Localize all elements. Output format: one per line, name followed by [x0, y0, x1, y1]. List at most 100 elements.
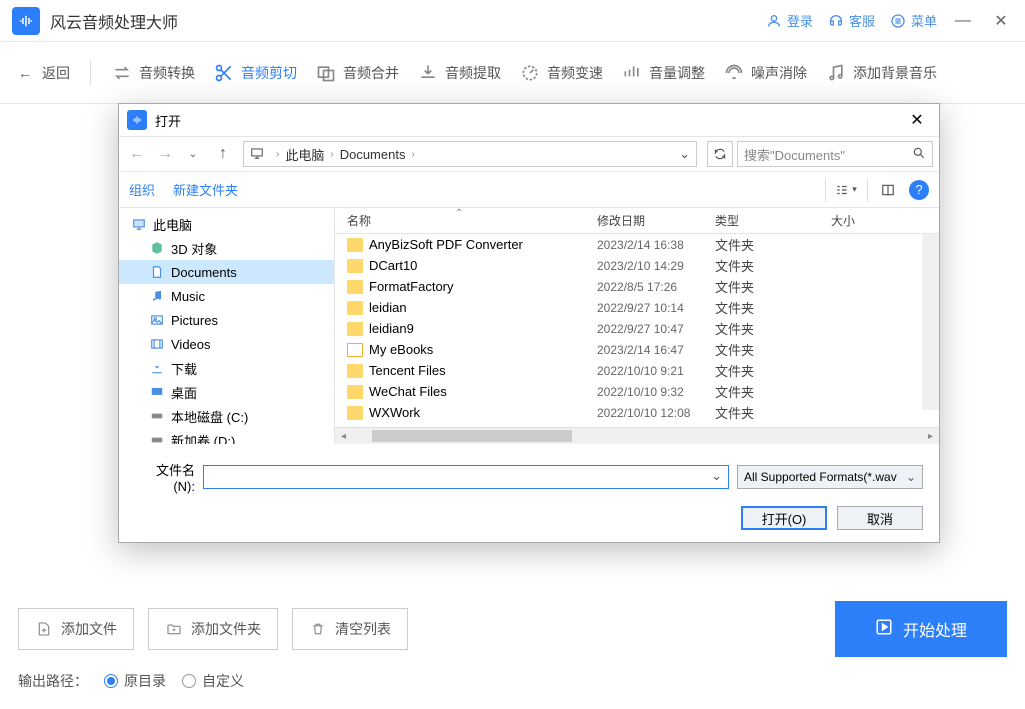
tool-denoise[interactable]: 噪声消除 [723, 62, 807, 84]
file-row[interactable]: DCart102023/2/10 14:29文件夹 [335, 255, 939, 276]
col-date[interactable]: 修改日期 [597, 212, 715, 229]
chevron-down-icon[interactable]: ⌄ [679, 146, 690, 162]
folder-tree: 此电脑3D 对象DocumentsMusicPicturesVideos下载桌面… [119, 208, 335, 444]
file-row[interactable]: FormatFactory2022/8/5 17:26文件夹 [335, 276, 939, 297]
scroll-right-icon[interactable]: ▸ [922, 431, 939, 442]
preview-button[interactable] [867, 178, 899, 202]
nav-up-button[interactable]: ↑ [213, 144, 233, 164]
vid-icon [149, 336, 165, 352]
login-button[interactable]: 登录 [765, 11, 813, 30]
folder-icon [347, 238, 363, 252]
help-button[interactable]: ? [909, 180, 929, 200]
tree-item[interactable]: 下载 [119, 356, 334, 380]
file-area: ⌃ 名称 修改日期 类型 大小 AnyBizSoft PDF Converter… [335, 208, 939, 444]
tree-item[interactable]: Music [119, 284, 334, 308]
breadcrumb[interactable]: › 此电脑 › Documents › ⌄ [243, 141, 697, 167]
horizontal-scrollbar[interactable]: ◂ ▸ [335, 427, 939, 444]
add-file-button[interactable]: 添加文件 [18, 608, 134, 650]
nav-back-button[interactable]: ← [125, 142, 149, 166]
tree-item[interactable]: Videos [119, 332, 334, 356]
nav-forward-button[interactable]: → [153, 142, 177, 166]
col-size[interactable]: 大小 [831, 212, 939, 229]
tool-bgm[interactable]: 添加背景音乐 [825, 62, 937, 84]
tool-volume[interactable]: 音量调整 [621, 62, 705, 84]
view-mode-button[interactable]: ▾ [825, 178, 857, 202]
pc-icon [250, 146, 266, 162]
tool-extract[interactable]: 音频提取 [417, 62, 501, 84]
format-select[interactable]: All Supported Formats(*.wav [737, 465, 923, 489]
tree-item[interactable]: Documents [119, 260, 334, 284]
tool-trim[interactable]: 音频剪切 [213, 62, 297, 84]
radio-custom[interactable]: 自定义 [182, 671, 244, 691]
col-type[interactable]: 类型 [715, 212, 831, 229]
file-row[interactable]: WeChat Files2022/10/10 9:32文件夹 [335, 381, 939, 402]
file-list: AnyBizSoft PDF Converter2023/2/14 16:38文… [335, 234, 939, 427]
add-folder-button[interactable]: 添加文件夹 [148, 608, 278, 650]
tree-item[interactable]: 3D 对象 [119, 236, 334, 260]
tree-item[interactable]: 新加卷 (D:) [119, 428, 334, 444]
column-headers[interactable]: ⌃ 名称 修改日期 类型 大小 [335, 208, 939, 234]
filename-label: 文件名(N): [135, 460, 195, 494]
menu-button[interactable]: 菜单 [889, 11, 937, 30]
search-placeholder: 搜索"Documents" [744, 145, 845, 164]
play-icon [875, 618, 893, 641]
tool-speed[interactable]: 音频变速 [519, 62, 603, 84]
file-row[interactable]: My eBooks2023/2/14 16:47文件夹 [335, 339, 939, 360]
trash-icon [309, 620, 327, 638]
radio-original[interactable]: 原目录 [104, 671, 166, 691]
cancel-button[interactable]: 取消 [837, 506, 923, 530]
vertical-scrollbar[interactable] [922, 234, 939, 410]
scroll-thumb[interactable] [372, 430, 572, 442]
separator [90, 60, 91, 86]
filename-input[interactable] [203, 465, 729, 489]
new-folder-button[interactable]: 新建文件夹 [173, 180, 238, 199]
folder-icon [347, 406, 363, 420]
service-button[interactable]: 客服 [827, 11, 875, 30]
app-title: 风云音频处理大师 [50, 9, 178, 33]
refresh-button[interactable] [707, 141, 733, 167]
user-icon [765, 12, 783, 30]
search-input[interactable]: 搜索"Documents" [737, 141, 933, 167]
tree-item[interactable]: 桌面 [119, 380, 334, 404]
open-button[interactable]: 打开(O) [741, 506, 827, 530]
file-row[interactable]: Tencent Files2022/10/10 9:21文件夹 [335, 360, 939, 381]
tool-convert[interactable]: 音频转换 [111, 62, 195, 84]
dialog-titlebar: 打开 ✕ [119, 104, 939, 136]
convert-icon [111, 62, 133, 84]
music-icon [149, 288, 165, 304]
dialog-close-button[interactable]: ✕ [903, 106, 931, 134]
disk-icon [149, 432, 165, 444]
dialog-footer: 文件名(N): All Supported Formats(*.wav 打开(O… [119, 444, 939, 542]
folder-plus-icon [165, 620, 183, 638]
tree-item[interactable]: 此电脑 [119, 212, 334, 236]
open-dialog: 打开 ✕ ← → ⌄ ↑ › 此电脑 › Documents › ⌄ 搜索"Do… [118, 103, 940, 543]
sort-indicator-icon: ⌃ [455, 208, 463, 219]
tool-merge[interactable]: 音频合并 [315, 62, 399, 84]
tree-item[interactable]: 本地磁盘 (C:) [119, 404, 334, 428]
close-button[interactable]: ✕ [989, 9, 1013, 33]
start-button[interactable]: 开始处理 [835, 601, 1007, 657]
3d-icon [149, 240, 165, 256]
minimize-button[interactable]: — [951, 9, 975, 33]
clear-list-button[interactable]: 清空列表 [292, 608, 408, 650]
file-row[interactable]: leidian2022/9/27 10:14文件夹 [335, 297, 939, 318]
file-row[interactable]: AnyBizSoft PDF Converter2023/2/14 16:38文… [335, 234, 939, 255]
titlebar: 风云音频处理大师 登录 客服 菜单 — ✕ [0, 0, 1025, 42]
dialog-nav: ← → ⌄ ↑ › 此电脑 › Documents › ⌄ 搜索"Documen… [119, 136, 939, 172]
pic-icon [149, 312, 165, 328]
organize-button[interactable]: 组织 [129, 180, 155, 199]
pc-icon [131, 216, 147, 232]
volume-icon [621, 62, 643, 84]
back-label: 返回 [42, 63, 70, 83]
nav-history-button[interactable]: ⌄ [181, 142, 205, 166]
file-row[interactable]: leidian92022/9/27 10:47文件夹 [335, 318, 939, 339]
tree-item[interactable]: Pictures [119, 308, 334, 332]
scroll-left-icon[interactable]: ◂ [335, 431, 352, 442]
chevron-right-icon: › [276, 149, 279, 160]
denoise-icon [723, 62, 745, 84]
col-name[interactable]: 名称 [335, 212, 597, 229]
doc-icon [149, 264, 165, 280]
folder-icon [347, 280, 363, 294]
back-button[interactable]: ← 返回 [14, 62, 70, 84]
file-row[interactable]: WXWork2022/10/10 12:08文件夹 [335, 402, 939, 423]
